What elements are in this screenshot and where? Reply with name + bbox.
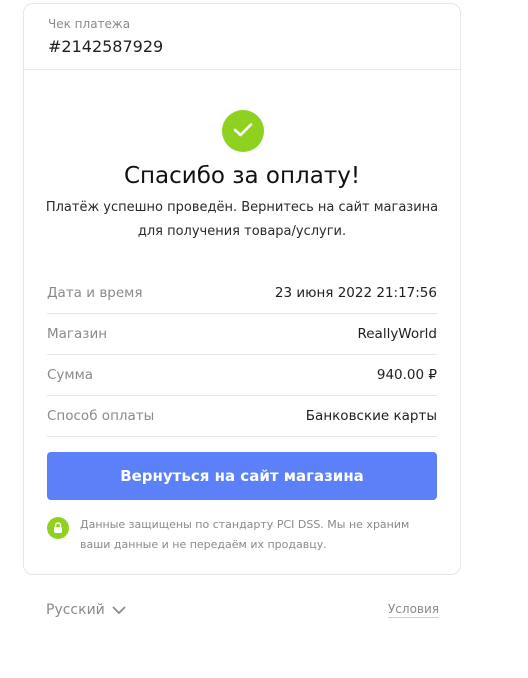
payment-details: Дата и время 23 июня 2022 21:17:56 Магаз… bbox=[47, 273, 437, 437]
check-icon bbox=[222, 110, 264, 152]
receipt-number: #2142587929 bbox=[48, 37, 164, 56]
receipt-header: Чек платежа #2142587929 bbox=[24, 4, 460, 70]
success-block: Спасибо за оплату! Платёж успешно провед… bbox=[24, 70, 460, 260]
page-footer: Русский Условия bbox=[46, 602, 439, 618]
detail-value: Банковские карты bbox=[305, 408, 437, 424]
detail-row-shop: Магазин ReallyWorld bbox=[47, 314, 437, 355]
terms-link[interactable]: Условия bbox=[387, 602, 439, 618]
lock-icon bbox=[47, 517, 69, 539]
detail-label: Дата и время bbox=[47, 285, 143, 301]
return-to-shop-button[interactable]: Вернуться на сайт магазина bbox=[47, 452, 437, 500]
security-text: Данные защищены по стандарту PCI DSS. Мы… bbox=[80, 518, 410, 551]
detail-row-amount: Сумма 940.00 ₽ bbox=[47, 355, 437, 396]
success-title: Спасибо за оплату! bbox=[123, 163, 361, 189]
success-message: Платёж успешно проведён. Вернитесь на са… bbox=[45, 200, 439, 239]
payment-receipt-card: Чек платежа #2142587929 Спасибо за оплат… bbox=[23, 3, 461, 575]
receipt-label: Чек платежа bbox=[48, 17, 131, 31]
chevron-down-icon bbox=[112, 606, 126, 614]
language-selector[interactable]: Русский bbox=[46, 602, 126, 618]
detail-label: Способ оплаты bbox=[47, 408, 155, 424]
detail-row-method: Способ оплаты Банковские карты bbox=[47, 396, 437, 437]
detail-value: ReallyWorld bbox=[357, 326, 437, 342]
detail-value: 23 июня 2022 21:17:56 bbox=[274, 285, 437, 301]
security-notice: Данные защищены по стандарту PCI DSS. Мы… bbox=[47, 515, 440, 555]
detail-value: 940.00 ₽ bbox=[376, 367, 437, 383]
detail-label: Магазин bbox=[47, 326, 108, 342]
language-label: Русский bbox=[46, 602, 105, 618]
detail-row-datetime: Дата и время 23 июня 2022 21:17:56 bbox=[47, 273, 437, 314]
detail-label: Сумма bbox=[47, 367, 94, 383]
